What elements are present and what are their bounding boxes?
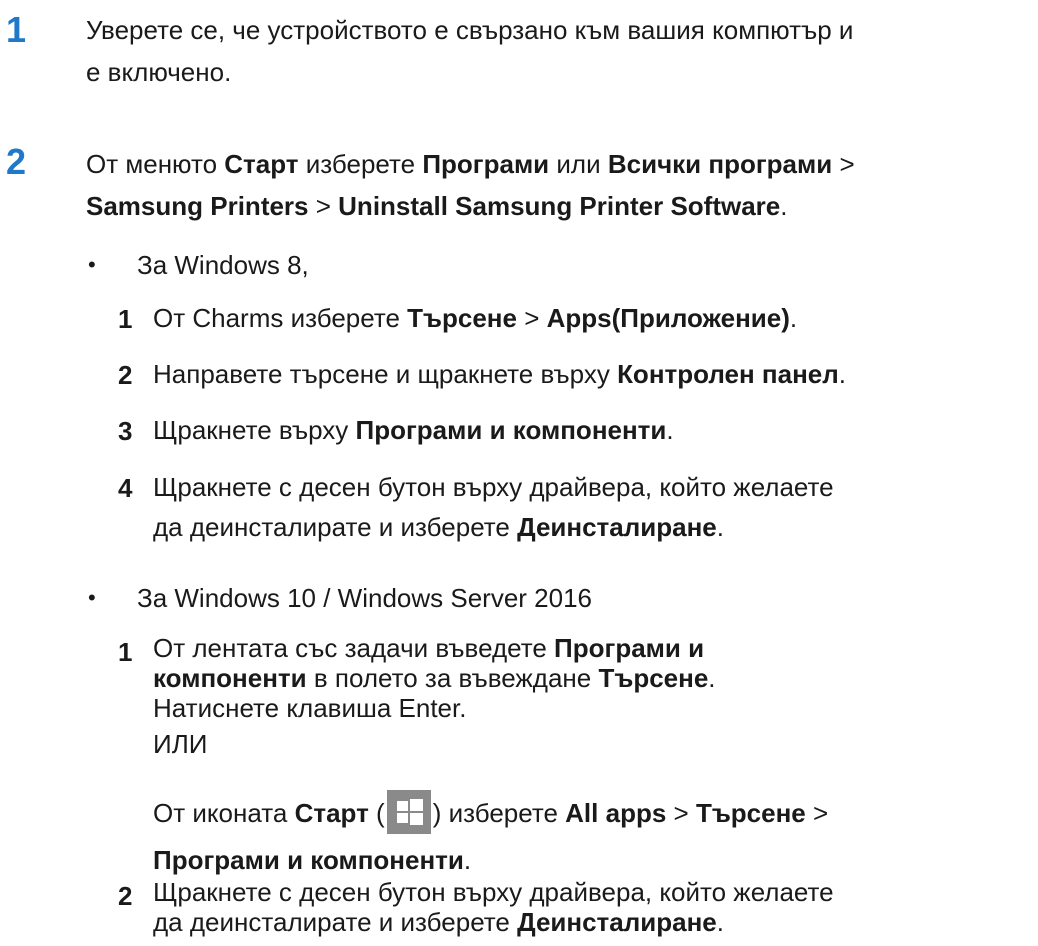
win8-item-1-part: От Charms изберете xyxy=(153,303,408,333)
step-1-line1: Уверете се, че устройството е свързано к… xyxy=(86,15,854,45)
uninstall-label: Деинсталиране xyxy=(517,512,717,542)
win8-item-2-text: Направете търсене и щракнете върху Контр… xyxy=(153,354,1033,394)
start-icon-part: > xyxy=(666,798,696,828)
win8-item-4-part: да деинсталирате и изберете xyxy=(153,512,518,542)
win8-item-4-part: Щракнете с десен бутон върху драйвера, к… xyxy=(153,472,834,502)
programs-features-label: Програми и компоненти xyxy=(355,415,667,445)
step-2-text-part: изберете xyxy=(298,149,423,179)
search-label: Търсене xyxy=(695,798,806,828)
win8-item-2-number: 2 xyxy=(118,360,133,390)
programs-features-label: Програми и компоненти xyxy=(153,845,464,876)
win8-item-4-number: 4 xyxy=(118,473,133,503)
start-icon-part: ( xyxy=(368,798,385,828)
programs-features-label: Програми и xyxy=(554,633,705,663)
start-label: Старт xyxy=(294,798,369,828)
win10-item-1-part: От лентата със задачи въведете xyxy=(153,633,555,663)
win10-heading: За Windows 10 / Windows Server 2016 xyxy=(137,583,593,613)
samsung-printers-label: Samsung Printers xyxy=(86,191,309,221)
start-icon-part: > xyxy=(805,798,829,828)
start-icon-part: ) изберете xyxy=(432,798,566,828)
uninstall-software-label: Uninstall Samsung Printer Software xyxy=(338,191,781,221)
all-programs-label: Всички програми xyxy=(607,149,833,179)
win10-item-2-part: да деинсталирате и изберете xyxy=(153,907,518,937)
win10-item-2-part: . xyxy=(716,907,724,937)
bullet-win10: • xyxy=(88,585,96,610)
search-label: Търсене xyxy=(407,303,517,333)
enter-key-instruction: Натиснете клавиша Enter. xyxy=(153,693,467,723)
uninstall-label: Деинсталиране xyxy=(517,907,717,937)
win8-item-1-text: От Charms изберете Търсене > Apps(Прилож… xyxy=(153,298,1033,338)
programs-features-label: компоненти xyxy=(153,663,307,693)
win8-item-4-text: Щракнете с десен бутон върху драйвера, к… xyxy=(153,467,1033,547)
win8-item-1-part: . xyxy=(789,303,798,333)
win10-item-1-text: От лентата със задачи въведете Програми … xyxy=(153,633,1033,723)
start-icon-part: От иконата xyxy=(153,798,295,828)
start-icon-instruction: От иконата Старт () изберете All apps > … xyxy=(153,790,1033,883)
step-1-number: 1 xyxy=(6,9,27,50)
all-apps-label: All apps xyxy=(565,798,667,828)
apps-label: Apps(Приложение) xyxy=(546,303,790,333)
win8-item-3-text: Щракнете върху Програми и компоненти. xyxy=(153,410,1033,450)
win10-item-1-number: 1 xyxy=(118,637,133,667)
control-panel-label: Контролен панел xyxy=(617,359,839,389)
step-2-number: 2 xyxy=(6,141,27,182)
win8-item-1-part: > xyxy=(516,303,547,333)
win10-item-2-text: Щракнете с десен бутон върху драйвера, к… xyxy=(153,877,1033,937)
start-menu-label: Старт xyxy=(224,149,299,179)
win10-item-1-part: . xyxy=(708,663,716,693)
step-2-text: От менюто Старт изберете Програми или Вс… xyxy=(86,143,1026,227)
step-2-text-part: > xyxy=(308,191,339,221)
win10-item-2-part: Щракнете с десен бутон върху драйвера, к… xyxy=(153,877,834,907)
bullet-win8: • xyxy=(88,252,96,277)
win8-item-1-number: 1 xyxy=(118,304,133,334)
win8-item-3-part: . xyxy=(666,415,674,445)
win8-item-3-part: Щракнете върху xyxy=(153,415,356,445)
win8-item-3-number: 3 xyxy=(118,416,133,446)
step-2-text-part: . xyxy=(780,191,788,221)
windows-start-icon xyxy=(386,790,431,835)
win10-item-2-number: 2 xyxy=(118,881,133,911)
win8-heading: За Windows 8, xyxy=(137,250,309,280)
win8-item-2-part: Направете търсене и щракнете върху xyxy=(153,359,618,389)
start-icon-part: . xyxy=(463,845,472,876)
step-2-text-part: От менюто xyxy=(86,149,225,179)
search-label: Търсене xyxy=(598,663,709,693)
win8-item-2-part: . xyxy=(838,359,847,389)
step-2-text-part: > xyxy=(832,149,855,179)
programs-label: Програми xyxy=(422,149,550,179)
win10-item-1-part: в полето за въвеждане xyxy=(306,663,599,693)
win8-item-4-part: . xyxy=(716,512,724,542)
step-2-text-part: или xyxy=(549,149,608,179)
step-1-line2: е включено. xyxy=(86,57,232,87)
or-label: ИЛИ xyxy=(153,729,208,759)
step-1-text: Уверете се, че устройството е свързано к… xyxy=(86,9,1026,93)
